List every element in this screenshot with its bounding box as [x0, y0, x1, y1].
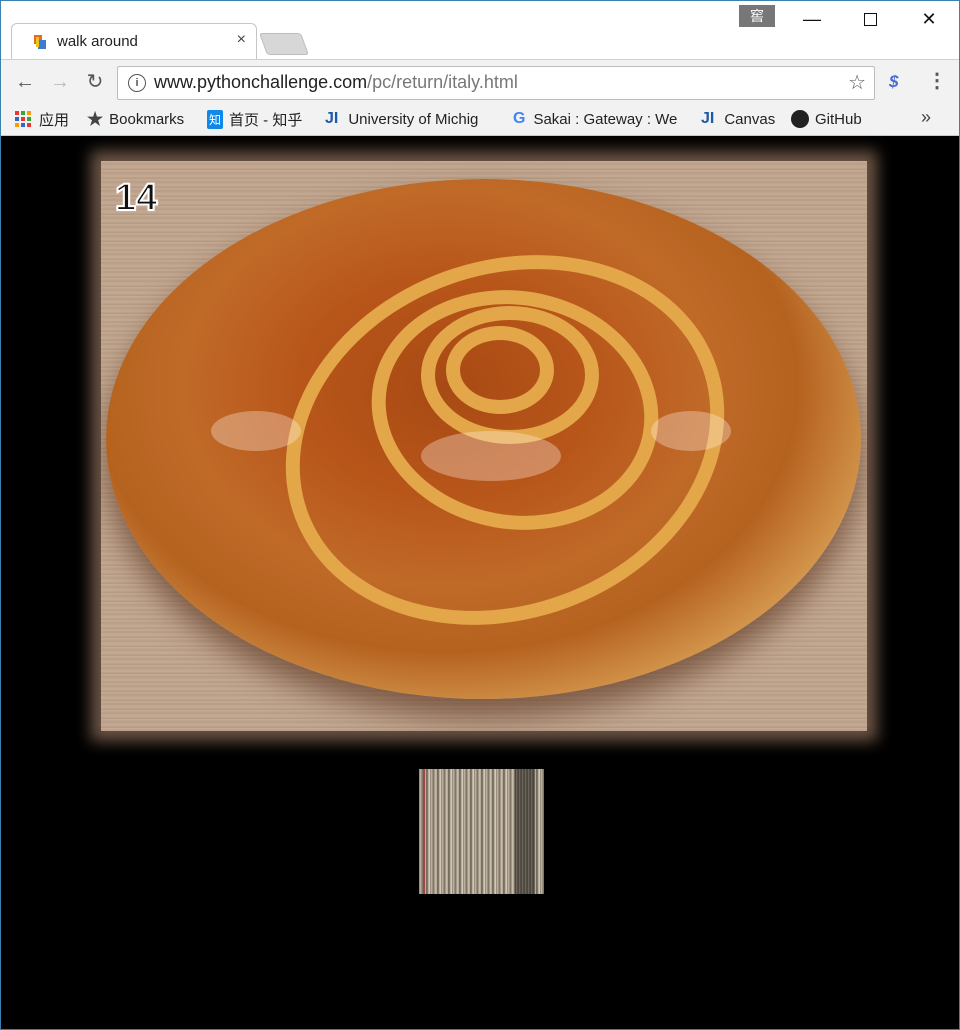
bun-highlight — [211, 411, 301, 451]
back-button[interactable]: ← — [11, 68, 39, 96]
bookmark-canvas[interactable]: JI Canvas — [701, 108, 781, 130]
more-bookmarks-icon[interactable]: » — [921, 107, 931, 128]
bookmark-folder[interactable]: ★ Bookmarks — [87, 108, 197, 130]
bookmark-github[interactable]: GitHub — [791, 108, 881, 130]
bookmark-github-label: GitHub — [815, 110, 862, 128]
bun-swirl — [446, 326, 554, 414]
browser-menu-icon[interactable]: ⋮ — [927, 68, 947, 93]
title-bar: walk around × 窖 — ✕ — [1, 1, 959, 60]
wire-stripe — [423, 769, 425, 894]
ji-logo-icon: JI — [325, 110, 339, 127]
github-icon — [791, 110, 809, 128]
reload-button[interactable]: ↻ — [81, 68, 109, 96]
bookmark-umich-label: University of Michig — [348, 110, 479, 128]
wire-stripe — [515, 769, 535, 894]
bun-highlight — [421, 431, 561, 481]
url-host: www.pythonchallenge.com — [154, 72, 368, 92]
tab-active[interactable]: walk around × — [11, 23, 257, 60]
bookmark-zhihu-label: 首页 - 知乎 — [229, 111, 303, 129]
bookmark-apps[interactable]: 应用 — [15, 108, 75, 130]
bookmark-canvas-label: Canvas — [724, 110, 776, 128]
maximize-icon — [863, 13, 877, 26]
browser-toolbar: ← → ↻ i www.pythonchallenge.com/pc/retur… — [1, 59, 959, 104]
extension-icon[interactable]: $ — [889, 72, 898, 92]
bookmark-sakai[interactable]: G Sakai : Gateway : We — [513, 108, 685, 130]
bookmark-folder-label: Bookmarks — [109, 110, 185, 128]
zhihu-icon: 知 — [207, 109, 224, 129]
url-text[interactable]: www.pythonchallenge.com/pc/return/italy.… — [154, 72, 518, 93]
wire-image — [419, 769, 544, 894]
apps-grid-icon — [15, 111, 31, 127]
bookmark-star-icon[interactable]: ☆ — [848, 70, 866, 95]
star-icon: ★ — [87, 108, 104, 129]
bun-highlight — [651, 411, 731, 451]
bookmark-apps-label: 应用 — [39, 111, 70, 129]
bookmark-umich[interactable]: JI University of Michig — [325, 108, 495, 130]
close-window-button[interactable]: ✕ — [906, 5, 952, 33]
bookmark-sakai-label: Sakai : Gateway : We — [533, 110, 678, 128]
maximize-button[interactable] — [847, 5, 893, 33]
close-tab-icon[interactable]: × — [237, 31, 246, 49]
bookmark-zhihu[interactable]: 知 首页 - 知乎 — [207, 108, 313, 130]
python-challenge-favicon-icon — [34, 35, 46, 49]
minimize-button[interactable]: — — [789, 5, 835, 33]
page-content: 14 — [1, 136, 959, 1029]
bun-image: 14 — [101, 161, 867, 731]
level-number: 14 — [114, 176, 158, 220]
profile-button[interactable]: 窖 — [739, 5, 775, 27]
ji-logo-icon: JI — [701, 110, 715, 127]
address-bar[interactable]: i www.pythonchallenge.com/pc/return/ital… — [117, 66, 875, 100]
browser-window: walk around × 窖 — ✕ ← → ↻ i www.pythonch… — [0, 0, 960, 1030]
bookmarks-bar: 应用 ★ Bookmarks 知 首页 - 知乎 JI University o… — [1, 103, 959, 136]
url-path: /pc/return/italy.html — [367, 72, 518, 92]
site-info-icon[interactable]: i — [128, 74, 146, 92]
google-icon: G — [513, 110, 526, 127]
tab-title: walk around — [57, 33, 138, 50]
forward-button[interactable]: → — [46, 68, 74, 96]
new-tab-button[interactable] — [258, 33, 310, 55]
